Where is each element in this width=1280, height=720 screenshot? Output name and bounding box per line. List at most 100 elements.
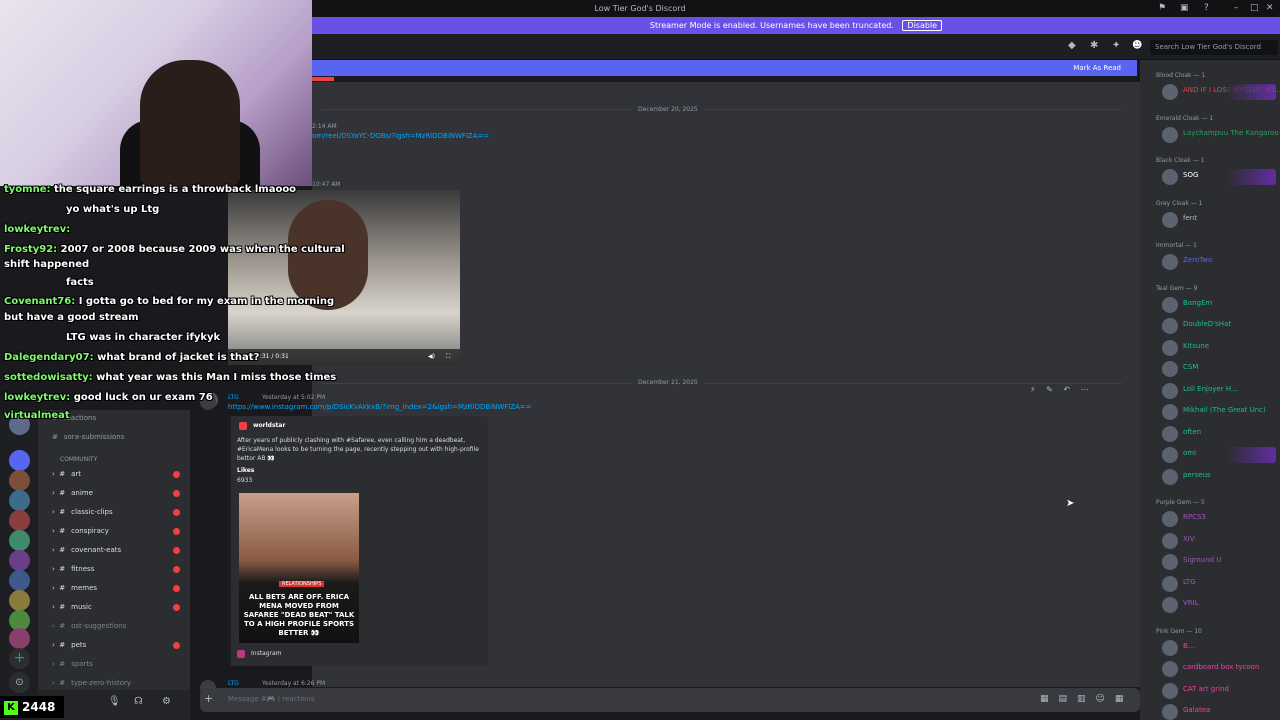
avatar (1162, 169, 1178, 185)
channel-label: music (71, 603, 92, 611)
threads-icon[interactable]: ◆ (1068, 40, 1076, 51)
member-item[interactable]: RPCS3 (1162, 510, 1280, 528)
member-item[interactable]: Laychampuu The Kangaroo (1162, 126, 1280, 144)
member-item[interactable]: VRIL (1162, 596, 1280, 614)
avatar (1162, 211, 1178, 228)
server-icon[interactable] (9, 510, 30, 531)
channel-classic-clips[interactable]: › # classic-clips (52, 508, 113, 516)
stream-chat-text: shift happened (4, 259, 90, 270)
avatar (1162, 84, 1178, 100)
member-name: often (1183, 427, 1202, 436)
unread-badge (173, 585, 180, 592)
channel-covenant-eats[interactable]: › # covenant-eats (52, 546, 121, 554)
channel-pets[interactable]: › # pets (52, 641, 86, 649)
member-item[interactable]: SOG (1162, 168, 1280, 186)
member-name: Loli Enjoyer H... (1183, 384, 1238, 393)
channel-fitness[interactable]: › # fitness (52, 565, 94, 573)
member-item[interactable]: ZeroTwo (1162, 253, 1280, 271)
server-icon[interactable] (9, 490, 30, 511)
avatar (1162, 339, 1178, 356)
stream-chat-text: what brand of jacket is that? (97, 352, 260, 363)
member-item[interactable]: B... (1162, 639, 1280, 657)
channel-header: ◆ ✱ ✦ ☻ Search Low Tier God's Discord (312, 34, 1280, 60)
screen-icon[interactable]: ▣ (1180, 0, 1189, 17)
message-input[interactable]: + Message #🎮 | reactions ▦▤▥☺▦ (200, 688, 1140, 712)
member-item[interactable]: BangEm (1162, 296, 1280, 314)
server-icon[interactable] (9, 470, 30, 491)
mark-as-read-button[interactable]: Mark As Read (1073, 64, 1121, 72)
channel-list: # reactions # sora-submissions COMMUNITY › # a… (38, 410, 190, 690)
channel-conspiracy[interactable]: › # conspiracy (52, 527, 109, 535)
member-item[interactable]: XIV (1162, 532, 1280, 550)
inbox-icon[interactable]: ⚑ (1158, 0, 1166, 17)
volume-icon[interactable]: ◀) (428, 349, 435, 365)
server-icon[interactable] (9, 570, 30, 591)
stream-chat-user: lowkeytrev: (4, 224, 71, 235)
member-name: Kitsune (1183, 341, 1210, 350)
fullscreen-icon[interactable]: ⛶ (446, 349, 450, 365)
close-icon[interactable]: ✕ (1266, 0, 1274, 17)
add-server-icon[interactable]: + (9, 648, 30, 669)
channel-sora-submissions[interactable]: # sora-submissions (52, 433, 124, 441)
hash-icon: › # (52, 584, 66, 592)
stream-chat-line: yo what's up Ltg (66, 204, 159, 215)
channel-anime[interactable]: › # anime (52, 489, 93, 497)
search-input[interactable]: Search Low Tier God's Discord (1150, 40, 1278, 55)
member-item[interactable]: often (1162, 425, 1280, 443)
member-name: XIV (1183, 534, 1195, 543)
channel-memes[interactable]: › # memes (52, 584, 97, 592)
help-icon[interactable]: ? (1204, 0, 1209, 17)
category-community[interactable]: COMMUNITY (60, 456, 97, 463)
pinned-icon[interactable]: ✦ (1112, 40, 1120, 51)
channel-music[interactable]: › # music (52, 603, 92, 611)
server-icon[interactable] (9, 590, 30, 611)
member-list-icon[interactable]: ☻ (1132, 40, 1142, 51)
server-icon[interactable] (9, 550, 30, 571)
unread-badge (173, 509, 180, 516)
settings-icon[interactable]: ⚙ (162, 696, 171, 707)
embed-image[interactable]: RELATIONSHIPS ALL BETS ARE OFF. ERICA ME… (239, 493, 359, 643)
channel-label: ost-suggestions (71, 622, 127, 630)
member-item[interactable]: Kitsune (1162, 339, 1280, 357)
discover-icon[interactable]: ⊙ (9, 672, 30, 693)
member-item[interactable]: Mikhail (The Great Unc) (1162, 403, 1280, 421)
message-author[interactable]: LTG (228, 680, 239, 687)
member-item[interactable]: Loli Enjoyer H... (1162, 382, 1280, 400)
minimize-icon[interactable]: – (1234, 0, 1239, 17)
input-actions-icon[interactable]: ▦▤▥☺▦ (1040, 694, 1133, 704)
member-item[interactable]: perseus (1162, 468, 1280, 486)
upload-icon[interactable]: + (204, 692, 213, 705)
member-item[interactable]: Sigmund U (1162, 553, 1280, 571)
channel-sports[interactable]: › # sports (52, 660, 93, 668)
server-icon[interactable] (9, 450, 30, 471)
headphones-icon[interactable]: ☊ (134, 696, 143, 707)
member-item[interactable]: AND IF I LOSE MYSELF, YO... (1162, 83, 1280, 101)
member-item[interactable]: DoubleD'sHat (1162, 317, 1280, 335)
message-actions-icon[interactable]: ⚡ ✎ ↶ ⋯ (1030, 385, 1093, 394)
server-icon[interactable] (9, 530, 30, 551)
channel-label: sports (71, 660, 93, 668)
member-item[interactable]: LTG (1162, 575, 1280, 593)
stream-chat-text: LTG was in character ifykyk (66, 332, 221, 343)
member-item[interactable]: CSM (1162, 360, 1280, 378)
channel-art[interactable]: › # art (52, 470, 81, 478)
channel-type-zero-history[interactable]: › # type-zero-history (52, 679, 131, 687)
maximize-icon[interactable]: □ (1250, 0, 1259, 17)
member-item[interactable]: Galatea (1162, 703, 1280, 720)
mute-icon[interactable]: 🎙 (108, 696, 121, 707)
stream-chat-line: Covenant76: I gotta go to bed for my exa… (4, 296, 334, 307)
member-item[interactable]: fent (1162, 211, 1280, 229)
channel-ost-suggestions[interactable]: › # ost-suggestions (52, 622, 126, 630)
notification-icon[interactable]: ✱ (1090, 40, 1098, 51)
stream-chat-user: tyomne: (4, 184, 51, 195)
disable-streamer-mode-button[interactable]: Disable (902, 20, 943, 31)
avatar (1162, 554, 1178, 570)
message-link[interactable]: om/reel/DSYaYC-DOBs/?igsh=MzRlODBiNWFlZA… (312, 132, 489, 140)
new-messages-bar[interactable]: Mark As Read (312, 60, 1137, 76)
mouse-cursor-icon: ➤ (1066, 498, 1075, 509)
member-item[interactable]: cardboard box tycoon (1162, 660, 1280, 678)
member-item[interactable]: omi (1162, 446, 1280, 464)
message-time: 2:14 AM (312, 123, 337, 130)
member-item[interactable]: CAT art grind (1162, 682, 1280, 700)
server-icon[interactable] (9, 628, 30, 649)
